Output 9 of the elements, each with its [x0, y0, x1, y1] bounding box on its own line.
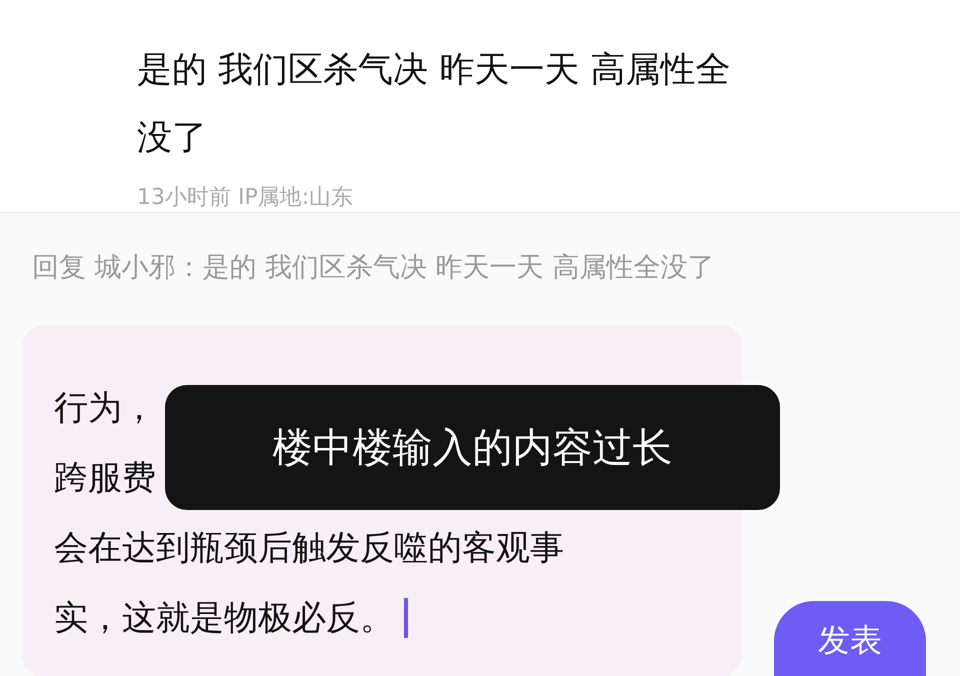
input-text: 跨服费 [54, 457, 156, 500]
input-text: 会在达到瓶颈后触发反噬的客观事 [54, 527, 564, 570]
comment-text: 没了 [137, 117, 208, 160]
input-text: 实，这就是物极必反。 [54, 597, 394, 640]
input-text: 行为， [54, 387, 156, 430]
comment-timestamp: 13小时前 IP属地:山东 [137, 184, 354, 212]
reply-to-text: 回复 城小邪：是的 我们区杀气决 昨天一天 高属性全没了 [31, 251, 716, 285]
comment-text: 是的 我们区杀气决 昨天一天 高属性全 [137, 49, 732, 92]
toast-message: 楼中楼输入的内容过长 [165, 385, 780, 510]
